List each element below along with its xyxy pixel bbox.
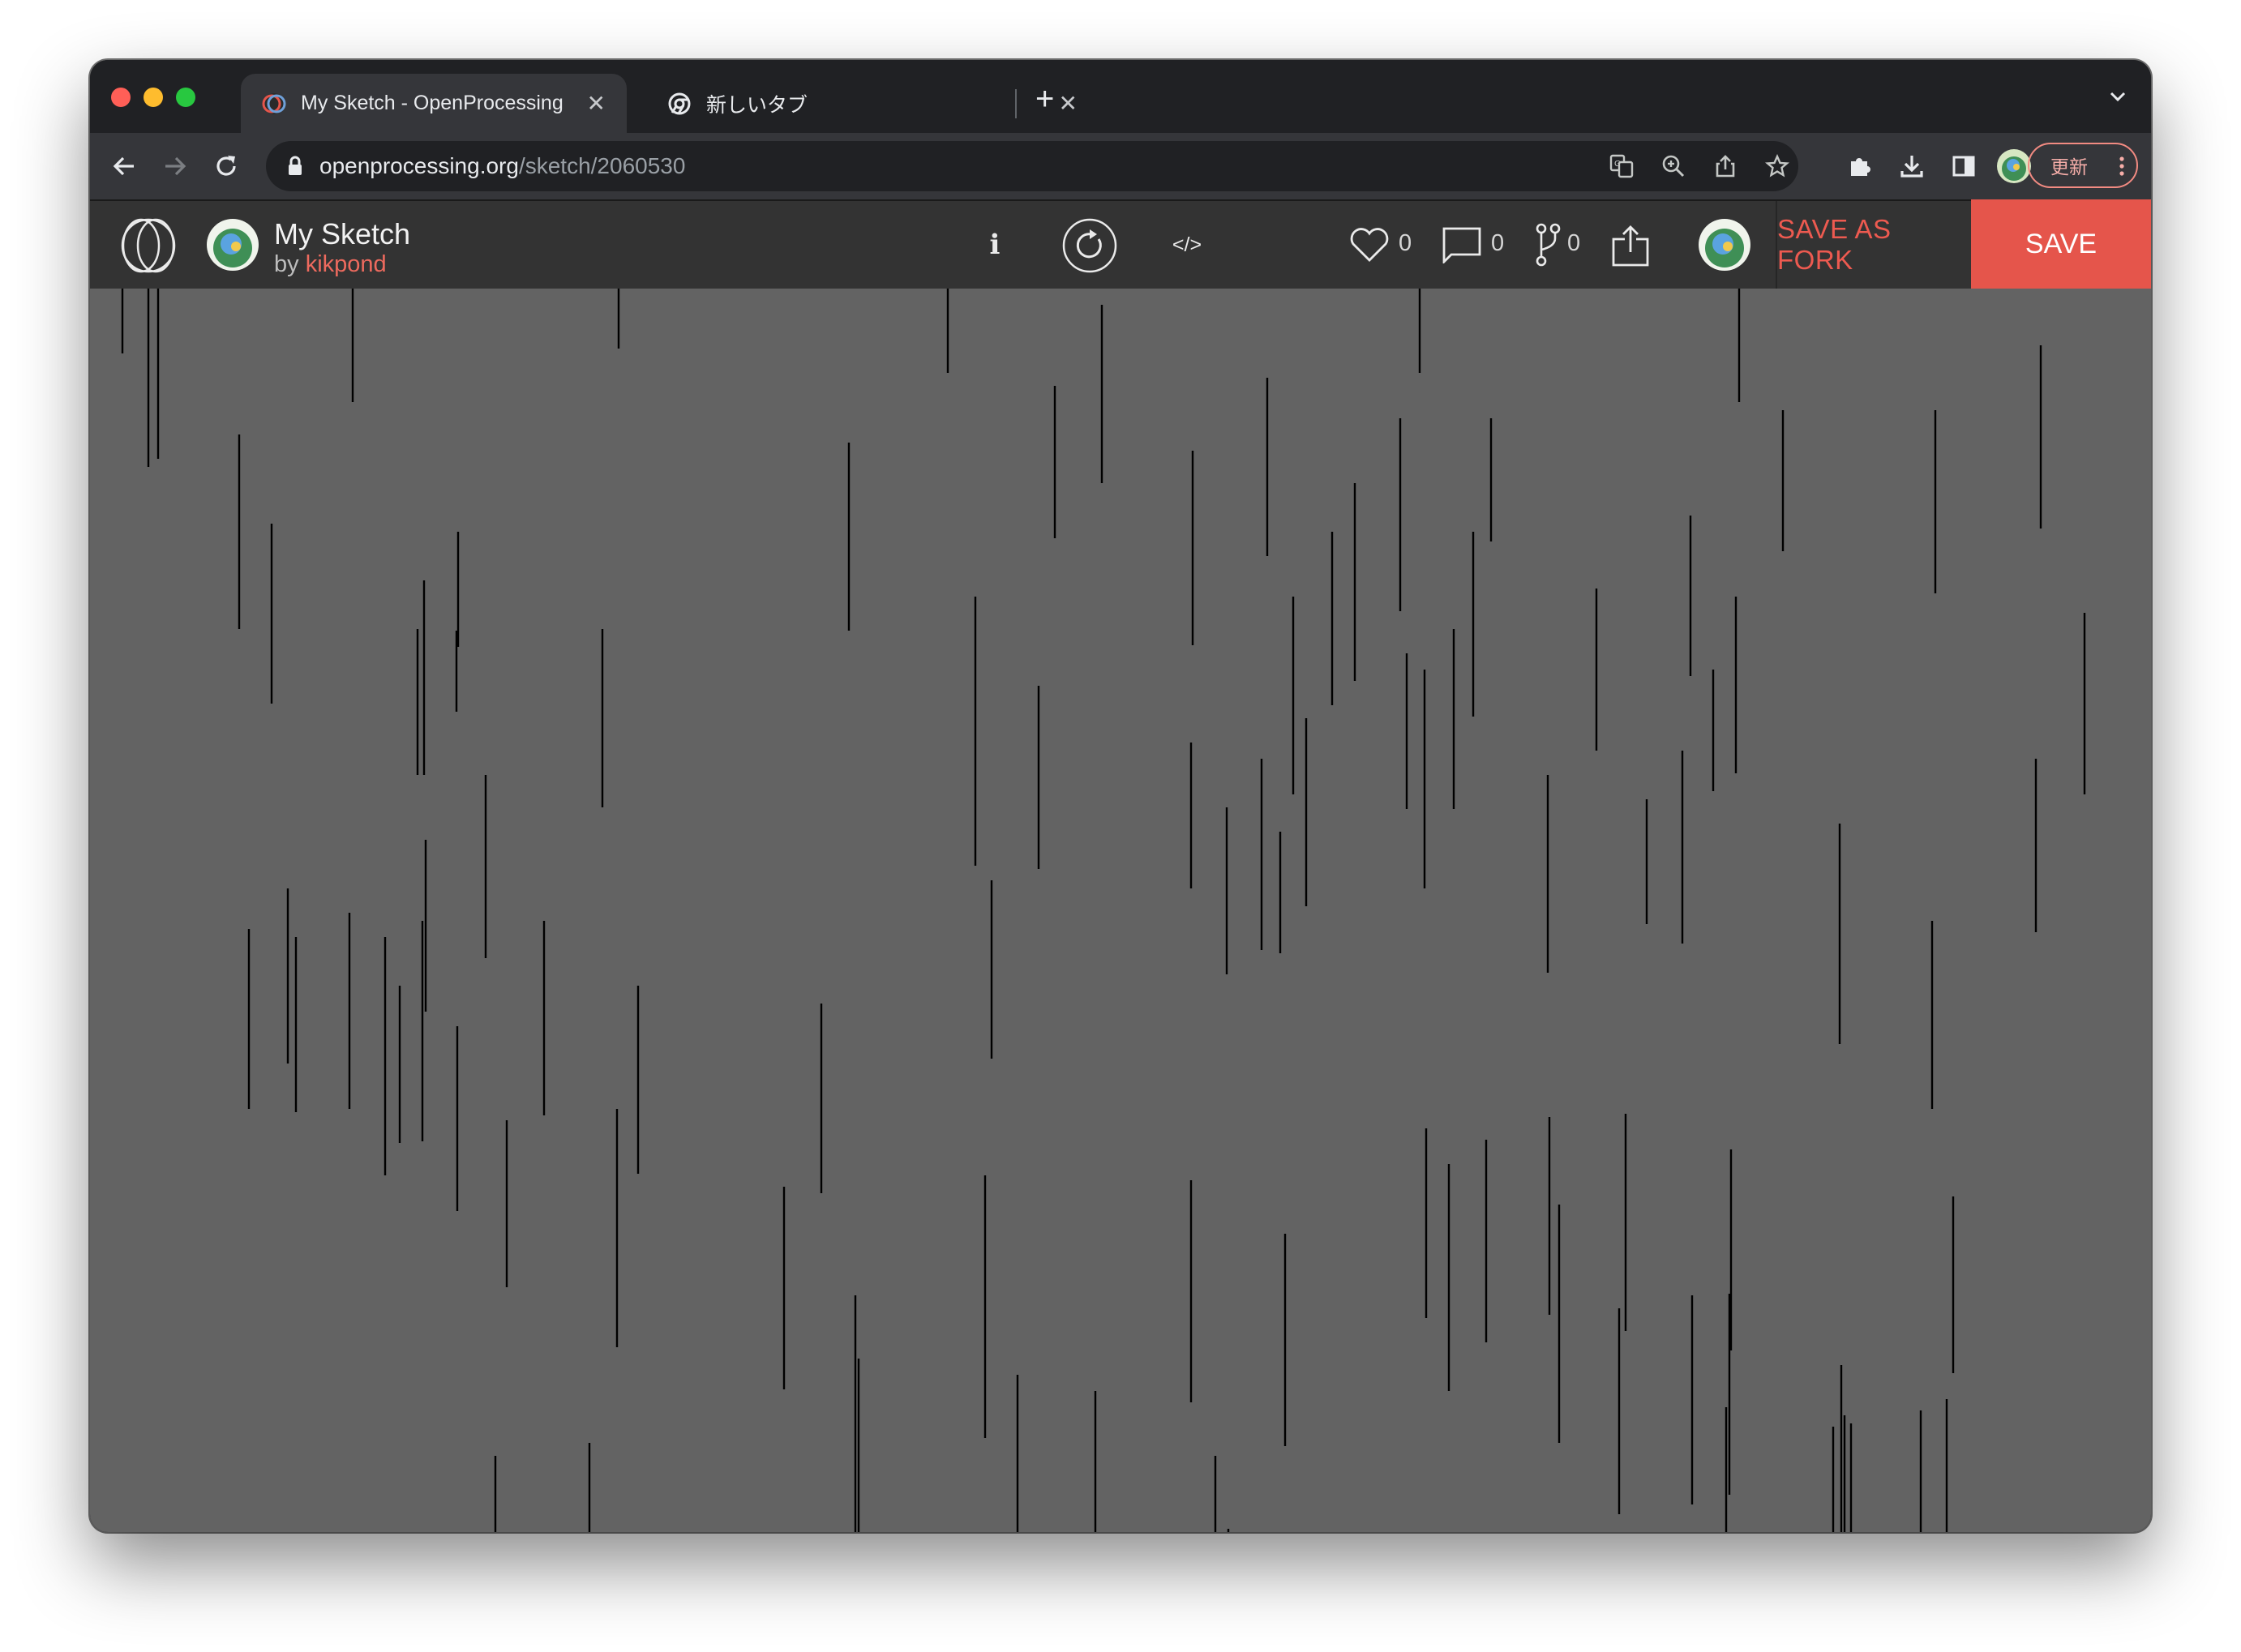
new-tab-button[interactable]: + (1035, 83, 1054, 115)
restart-icon[interactable] (1061, 217, 1118, 274)
user-avatar[interactable] (1697, 217, 1752, 272)
zoom-icon[interactable] (1659, 152, 1688, 181)
save-as-fork-button[interactable]: SAVE AS FORK (1776, 201, 1971, 289)
sidepanel-icon[interactable] (1945, 148, 1982, 185)
sketch-title: My Sketch (274, 217, 411, 250)
save-button[interactable]: SAVE (1971, 199, 2151, 289)
fork-icon[interactable] (1533, 222, 1562, 267)
tab-new-tab[interactable]: 新しいタブ ✕ (646, 74, 1099, 133)
browser-toolbar: openprocessing.org/sketch/2060530 G 更新 (90, 133, 2151, 199)
sketch-byline: by kikpond (274, 251, 387, 278)
extensions-icon[interactable] (1841, 148, 1879, 185)
tab-title: 新しいタブ (706, 93, 808, 117)
close-tab-icon[interactable]: ✕ (1059, 90, 1078, 117)
back-arrow-icon[interactable] (105, 148, 143, 185)
close-tab-icon[interactable]: ✕ (587, 90, 606, 117)
tab-my-sketch[interactable]: My Sketch - OpenProcessing ✕ (241, 74, 627, 133)
translate-icon[interactable]: G (1607, 152, 1636, 181)
url-text[interactable]: openprocessing.org/sketch/2060530 (319, 153, 685, 179)
url-path: /sketch/2060530 (518, 153, 686, 178)
info-icon[interactable]: i (979, 227, 1011, 263)
comments-count: 0 (1491, 230, 1505, 256)
by-label: by (274, 251, 299, 277)
kebab-menu-icon[interactable] (2119, 156, 2125, 177)
author-link[interactable]: kikpond (306, 251, 387, 277)
url-domain: openprocessing.org (319, 153, 519, 178)
forward-arrow-icon[interactable] (156, 148, 194, 185)
update-button[interactable]: 更新 (2028, 143, 2138, 188)
sketch-header: My Sketch by kikpond i </> 0 0 0 SAVE AS… (90, 199, 2151, 289)
update-label: 更新 (2050, 156, 2088, 178)
minimize-window-button[interactable] (144, 88, 163, 107)
reload-icon[interactable] (208, 148, 245, 185)
openprocessing-logo[interactable] (114, 217, 182, 274)
sketch-canvas[interactable] (90, 289, 2151, 1532)
close-window-button[interactable] (111, 88, 131, 107)
tab-title: My Sketch - OpenProcessing (301, 92, 563, 114)
author-avatar[interactable] (205, 217, 260, 272)
code-icon[interactable]: </> (1165, 229, 1209, 261)
lock-icon[interactable] (287, 156, 303, 177)
comment-icon[interactable] (1441, 225, 1483, 264)
chrome-favicon-icon (668, 92, 691, 114)
heart-icon[interactable] (1348, 225, 1390, 264)
star-icon[interactable] (1763, 152, 1792, 181)
tab-search-chevron-icon[interactable] (2107, 86, 2128, 107)
tab-strip: My Sketch - OpenProcessing ✕ 新しいタブ ✕ + (90, 60, 2151, 133)
address-bar[interactable]: openprocessing.org/sketch/2060530 G (266, 141, 1798, 191)
svg-text:G: G (1614, 160, 1621, 169)
download-icon[interactable] (1893, 148, 1930, 185)
tab-separator (1015, 89, 1017, 118)
browser-window: My Sketch - OpenProcessing ✕ 新しいタブ ✕ + o… (90, 60, 2151, 1532)
share-icon[interactable] (1711, 152, 1740, 181)
sketch-output (121, 289, 2086, 1532)
openprocessing-favicon-icon (262, 92, 286, 114)
forks-count: 0 (1567, 230, 1581, 256)
likes-count: 0 (1399, 230, 1412, 256)
share-sketch-icon[interactable] (1609, 222, 1652, 269)
maximize-window-button[interactable] (176, 88, 195, 107)
